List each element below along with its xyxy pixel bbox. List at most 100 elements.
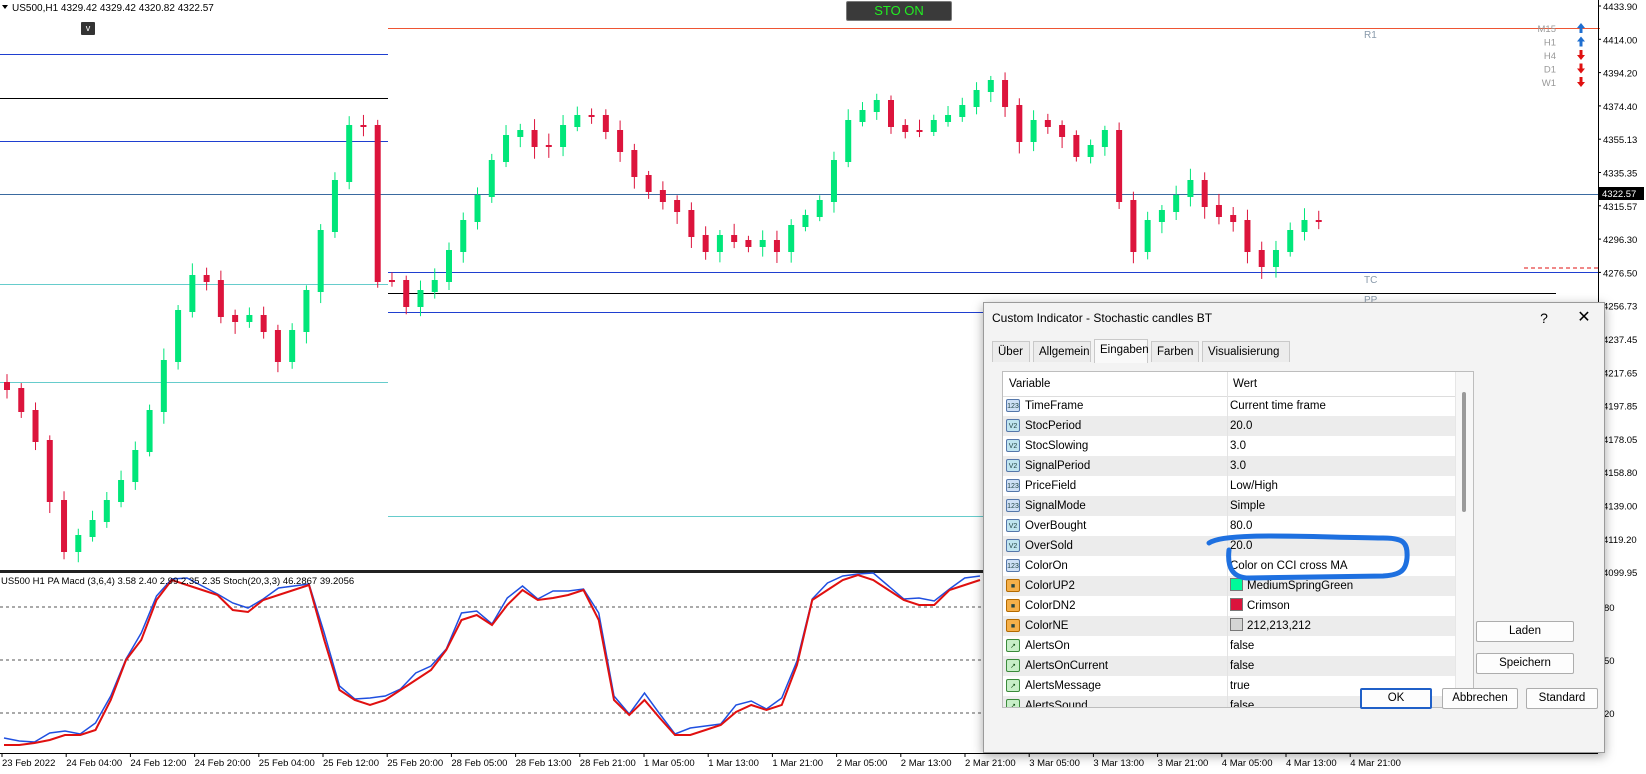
candle-body [945,115,952,122]
candle-body [203,275,210,282]
input-row-stocperiod[interactable]: V2 StocPeriod 20.0 [1003,416,1455,437]
candle-body [274,330,281,362]
candle-body [488,160,495,197]
inputs-table: Variable Wert 123 TimeFrame Current time f… [1002,371,1474,708]
ok-button[interactable]: OK [1360,688,1432,709]
input-row-colorup2[interactable]: ■ ColorUP2 MediumSpringGreen [1003,576,1455,597]
price-tick-label: 4374.40 [1603,102,1637,113]
candle-body [417,290,424,307]
cancel-button[interactable]: Abbrechen [1442,688,1518,709]
candle-body [1002,80,1009,107]
tab-allgemein[interactable]: Allgemein [1033,341,1091,362]
save-button[interactable]: Speichern [1476,653,1574,674]
candle-body [602,115,609,132]
load-button[interactable]: Laden [1476,621,1574,642]
tab-farben[interactable]: Farben [1151,341,1199,362]
candle-body [830,160,837,202]
close-button[interactable]: ✕ [1572,308,1596,328]
candle-body [802,215,809,227]
candle-body [517,130,524,137]
input-row-overbought[interactable]: V2 OverBought 80.0 [1003,516,1455,537]
input-row-alertson[interactable]: ↗ AlertsOn false [1003,636,1455,657]
time-tick-label: 28 Feb 13:00 [516,758,572,769]
candle-body [317,230,324,292]
candle-body [175,310,182,362]
input-value[interactable]: 20.0 [1230,416,1252,436]
candle-body [659,190,666,202]
arrow-up-icon [1577,23,1585,33]
column-header-variable[interactable]: Variable [1003,372,1227,396]
candle-body [1244,220,1251,252]
candle-body [702,235,709,252]
indicator-label: US500 H1 PA Macd (3,6,4) 3.58 2.40 2.99 … [1,576,354,587]
candle-body [959,105,966,117]
input-row-pricefield[interactable]: 123 PriceField Low/High [1003,476,1455,497]
input-name: AlertsMessage [1025,680,1102,692]
candle-body [360,125,367,127]
osc-tick-label: 50 [1604,656,1615,667]
candle-body [716,235,723,252]
time-tick-label: 1 Mar 13:00 [708,758,759,769]
input-value[interactable]: Simple [1230,496,1265,516]
candle-body [4,382,10,390]
price-tick-label: 4276.50 [1603,268,1637,279]
price-tick-label: 4237.45 [1603,335,1637,346]
candle-body [1144,220,1151,252]
input-row-timeframe[interactable]: 123 TimeFrame Current time frame [1003,396,1455,417]
input-value[interactable]: true [1230,676,1250,696]
candle-body [1187,180,1194,197]
input-value[interactable]: 3.0 [1230,436,1246,456]
column-header-value[interactable]: Wert [1227,372,1455,396]
input-row-signalperiod[interactable]: V2 SignalPeriod 3.0 [1003,456,1455,477]
input-value[interactable]: Color on CCI cross MA [1230,556,1348,576]
candle-body [617,130,624,152]
candle-body [645,175,652,192]
scrollbar-thumb[interactable] [1462,392,1466,512]
input-value[interactable]: Low/High [1230,476,1278,496]
input-value[interactable]: 3.0 [1230,456,1246,476]
time-tick-label: 25 Feb 12:00 [323,758,379,769]
input-row-oversold[interactable]: V2 OverSold 20.0 [1003,536,1455,557]
input-value[interactable]: Crimson [1230,596,1290,616]
time-tick-label: 1 Mar 05:00 [644,758,695,769]
input-row-alertsoncurrent[interactable]: ↗ AlertsOnCurrent false [1003,656,1455,677]
input-name: PriceField [1025,480,1077,492]
time-tick-label: 24 Feb 04:00 [66,758,122,769]
input-row-coloron[interactable]: 123 ColorOn Color on CCI cross MA [1003,556,1455,577]
candle-body [61,500,68,552]
time-tick-label: 3 Mar 05:00 [1029,758,1080,769]
input-row-stocslowing[interactable]: V2 StocSlowing 3.0 [1003,436,1455,457]
input-value[interactable]: false [1230,636,1254,656]
collapse-toggle-button[interactable]: v [81,22,95,35]
candle-body [232,315,239,322]
chart-menu-icon[interactable] [2,5,8,9]
dialog-title: Custom Indicator - Stochastic candles BT [992,311,1213,325]
candle-body [560,125,567,147]
input-value[interactable]: 80.0 [1230,516,1252,536]
candle-body [503,135,510,162]
pivot-label: TC [1364,275,1377,286]
bool-type-icon: ↗ [1006,639,1020,652]
help-button[interactable]: ? [1532,308,1556,328]
table-scrollbar[interactable] [1455,372,1473,707]
input-row-colorne[interactable]: ■ ColorNE 212,213,212 [1003,616,1455,637]
input-value[interactable]: 20.0 [1230,536,1252,556]
tab-ueber[interactable]: Über [992,341,1030,362]
input-value[interactable]: false [1230,696,1254,707]
tab-eingaben[interactable]: Eingaben [1094,339,1149,363]
candle-body [217,280,224,317]
input-value[interactable]: 212,213,212 [1230,616,1311,636]
tab-visualisierung[interactable]: Visualisierung [1202,341,1290,362]
time-tick-label: 4 Mar 13:00 [1286,758,1337,769]
time-tick-label: 3 Mar 13:00 [1093,758,1144,769]
candle-body [859,110,866,122]
time-tick-label: 4 Mar 05:00 [1222,758,1273,769]
input-value[interactable]: MediumSpringGreen [1230,576,1353,596]
input-row-signalmode[interactable]: 123 SignalMode Simple [1003,496,1455,517]
input-name: ColorDN2 [1025,600,1076,612]
sto-toggle-button[interactable]: STO ON [846,1,952,21]
input-value[interactable]: Current time frame [1230,396,1326,416]
default-button[interactable]: Standard [1526,688,1598,709]
input-row-colordn2[interactable]: ■ ColorDN2 Crimson [1003,596,1455,617]
input-value[interactable]: false [1230,656,1254,676]
